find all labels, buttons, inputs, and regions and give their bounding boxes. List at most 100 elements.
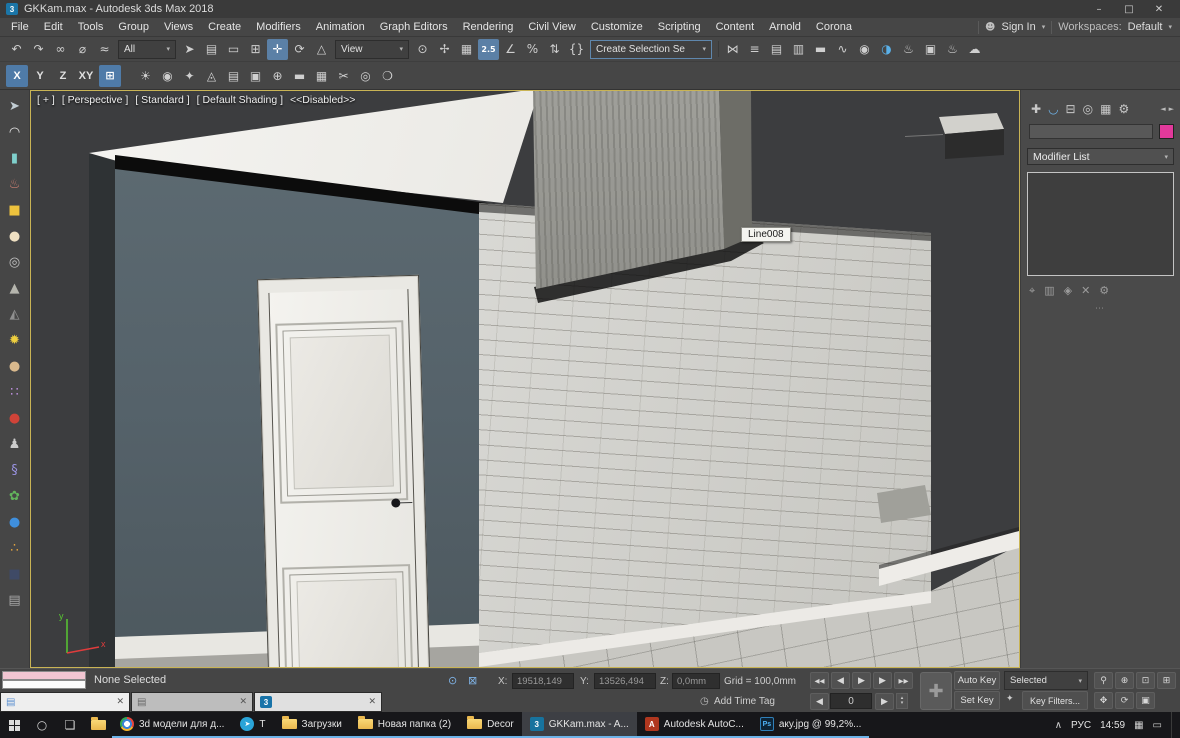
skylight-button[interactable]: ◬	[201, 65, 222, 86]
previous-key-button[interactable]: ◀	[810, 693, 829, 710]
workspaces-dropdown[interactable]: Default	[1128, 21, 1163, 33]
menu-create[interactable]: Create	[201, 21, 248, 33]
show-end-result-button[interactable]: ▥	[1044, 284, 1054, 298]
menu-corona[interactable]: Corona	[809, 21, 859, 33]
maxscript-listener-field[interactable]	[2, 680, 86, 689]
spinner-snap-button[interactable]: ⇅	[544, 39, 565, 60]
next-frame-button[interactable]: ▶	[873, 672, 892, 689]
start-button[interactable]	[0, 712, 28, 738]
ribbon-toggle-button[interactable]: ▬	[810, 39, 831, 60]
menu-group[interactable]: Group	[111, 21, 156, 33]
render-production-button[interactable]: ♨	[942, 39, 963, 60]
water-tool[interactable]: ●	[4, 511, 26, 533]
perspective-viewport[interactable]: [ + ] [ Perspective ] [ Standard ] [ Def…	[30, 90, 1020, 668]
paint-tool[interactable]: ●	[4, 407, 26, 429]
menu-customize[interactable]: Customize	[584, 21, 650, 33]
set-keys-button[interactable]: ✚	[920, 672, 952, 710]
window-crossing-button[interactable]: ⊞	[245, 39, 266, 60]
zoom-button[interactable]: ⚲	[1094, 672, 1113, 689]
align-button[interactable]: ≡	[744, 39, 765, 60]
go-to-end-button[interactable]: ▶▶	[894, 672, 913, 689]
search-icon[interactable]: ○	[28, 712, 56, 738]
helix-tool[interactable]: §	[4, 459, 26, 481]
plane-constraint-button[interactable]: ⊞	[99, 65, 121, 87]
menu-modifiers[interactable]: Modifiers	[249, 21, 308, 33]
sign-in-button[interactable]: Sign In	[1001, 21, 1035, 33]
scroll-right-icon[interactable]: ►	[1169, 105, 1174, 113]
rollout-resize-handle[interactable]: ⋯	[1021, 304, 1180, 314]
motion-tab[interactable]: ◎	[1083, 102, 1093, 116]
select-and-move-button[interactable]: ✛	[267, 39, 288, 60]
taskbar-app-new-folder[interactable]: Новая папка (2)	[350, 712, 459, 738]
display-toggle-button[interactable]: ◎	[355, 65, 376, 86]
select-and-manipulate-button[interactable]: ✢	[434, 39, 455, 60]
pyramid-tool[interactable]: ◭	[4, 303, 26, 325]
select-by-name-button[interactable]: ▤	[201, 39, 222, 60]
task-view-icon[interactable]: ❏	[56, 712, 84, 738]
utilities-tab[interactable]: ⚙	[1118, 102, 1129, 116]
target-button[interactable]: ⊕	[267, 65, 288, 86]
menu-arnold[interactable]: Arnold	[762, 21, 808, 33]
key-mode-dropdown[interactable]: Selected ▾	[1004, 671, 1088, 690]
object-color-swatch[interactable]	[1159, 124, 1174, 139]
taskbar-app-autocad[interactable]: A Autodesk AutoC...	[637, 712, 752, 738]
light-lister-button[interactable]: ▤	[223, 65, 244, 86]
teapot-tool[interactable]: ♨	[4, 173, 26, 195]
menu-scripting[interactable]: Scripting	[651, 21, 708, 33]
angle-snap-button[interactable]: ∠	[500, 39, 521, 60]
box-tool[interactable]: ■	[4, 199, 26, 221]
x-coordinate-field[interactable]: 19518,149	[512, 673, 574, 689]
taskbar-app-telegram[interactable]: ➤ T	[232, 712, 273, 738]
use-pivot-center-button[interactable]: ⊙	[412, 39, 433, 60]
menu-rendering[interactable]: Rendering	[456, 21, 521, 33]
redo-button[interactable]: ↷	[28, 39, 49, 60]
action-center-icon[interactable]: ▭	[1153, 720, 1162, 731]
cone-tool[interactable]: ▲	[4, 277, 26, 299]
viewport-pov-menu[interactable]: [ Perspective ]	[62, 94, 129, 106]
pin-stack-button[interactable]: ⌖	[1029, 284, 1035, 298]
named-selection-sets-button[interactable]: {}	[566, 39, 587, 60]
current-frame-field[interactable]: 0	[830, 693, 872, 709]
mirror-button[interactable]: ⋈	[722, 39, 743, 60]
close-tab-icon[interactable]: ✕	[239, 697, 247, 707]
spinner-down-icon[interactable]: ▾	[901, 701, 904, 706]
set-key-button[interactable]: Set Key	[954, 691, 1000, 710]
rendered-frame-button[interactable]: ▣	[920, 39, 941, 60]
dark-box-tool[interactable]: ■	[4, 563, 26, 585]
modifier-stack-list[interactable]	[1027, 172, 1174, 276]
sphere-tool[interactable]: ●	[4, 225, 26, 247]
document-tab-1[interactable]: ▤ ✕	[0, 692, 130, 712]
add-time-tag-button[interactable]: Add Time Tag	[714, 696, 775, 707]
menu-animation[interactable]: Animation	[309, 21, 372, 33]
previous-frame-button[interactable]: ◀	[831, 672, 850, 689]
menu-edit[interactable]: Edit	[37, 21, 70, 33]
percent-snap-button[interactable]: %	[522, 39, 543, 60]
isolate-selection-toggle[interactable]: ⊙	[448, 674, 457, 687]
undo-button[interactable]: ↶	[6, 39, 27, 60]
play-button[interactable]: ▶	[852, 672, 871, 689]
chevron-down-icon[interactable]: ▾	[1168, 23, 1172, 31]
menu-graph-editors[interactable]: Graph Editors	[373, 21, 455, 33]
make-unique-button[interactable]: ◈	[1064, 284, 1072, 298]
door-object[interactable]	[257, 275, 430, 668]
camera-button[interactable]: ▣	[245, 65, 266, 86]
bind-to-space-warp-button[interactable]: ≈	[94, 39, 115, 60]
select-and-scale-button[interactable]: △	[311, 39, 332, 60]
go-to-start-button[interactable]: ◀◀	[810, 672, 829, 689]
macro-recorder-field[interactable]	[2, 671, 86, 680]
geosphere-tool[interactable]: ◎	[4, 251, 26, 273]
snaps-toggle-button[interactable]: 2.5	[478, 39, 499, 60]
clay-sphere-tool[interactable]: ●	[4, 355, 26, 377]
y-coordinate-field[interactable]: 13526,494	[594, 673, 656, 689]
taskbar-app-photoshop[interactable]: Ps аку.jpg @ 99,2%...	[752, 712, 870, 738]
safe-frame-button[interactable]: ▦	[311, 65, 332, 86]
select-cursor-tool[interactable]: ➤	[4, 95, 26, 117]
minimize-icon[interactable]: –	[1084, 0, 1114, 18]
axis-z-button[interactable]: Z	[52, 65, 74, 87]
render-cloud-button[interactable]: ☁	[964, 39, 985, 60]
menu-civil-view[interactable]: Civil View	[521, 21, 582, 33]
reference-coordinate-dropdown[interactable]: View ▾	[335, 40, 409, 59]
frame-spinner[interactable]: ▴ ▾	[896, 693, 908, 709]
file-explorer-icon[interactable]	[84, 712, 112, 738]
unlink-selection-button[interactable]: ⌀	[72, 39, 93, 60]
